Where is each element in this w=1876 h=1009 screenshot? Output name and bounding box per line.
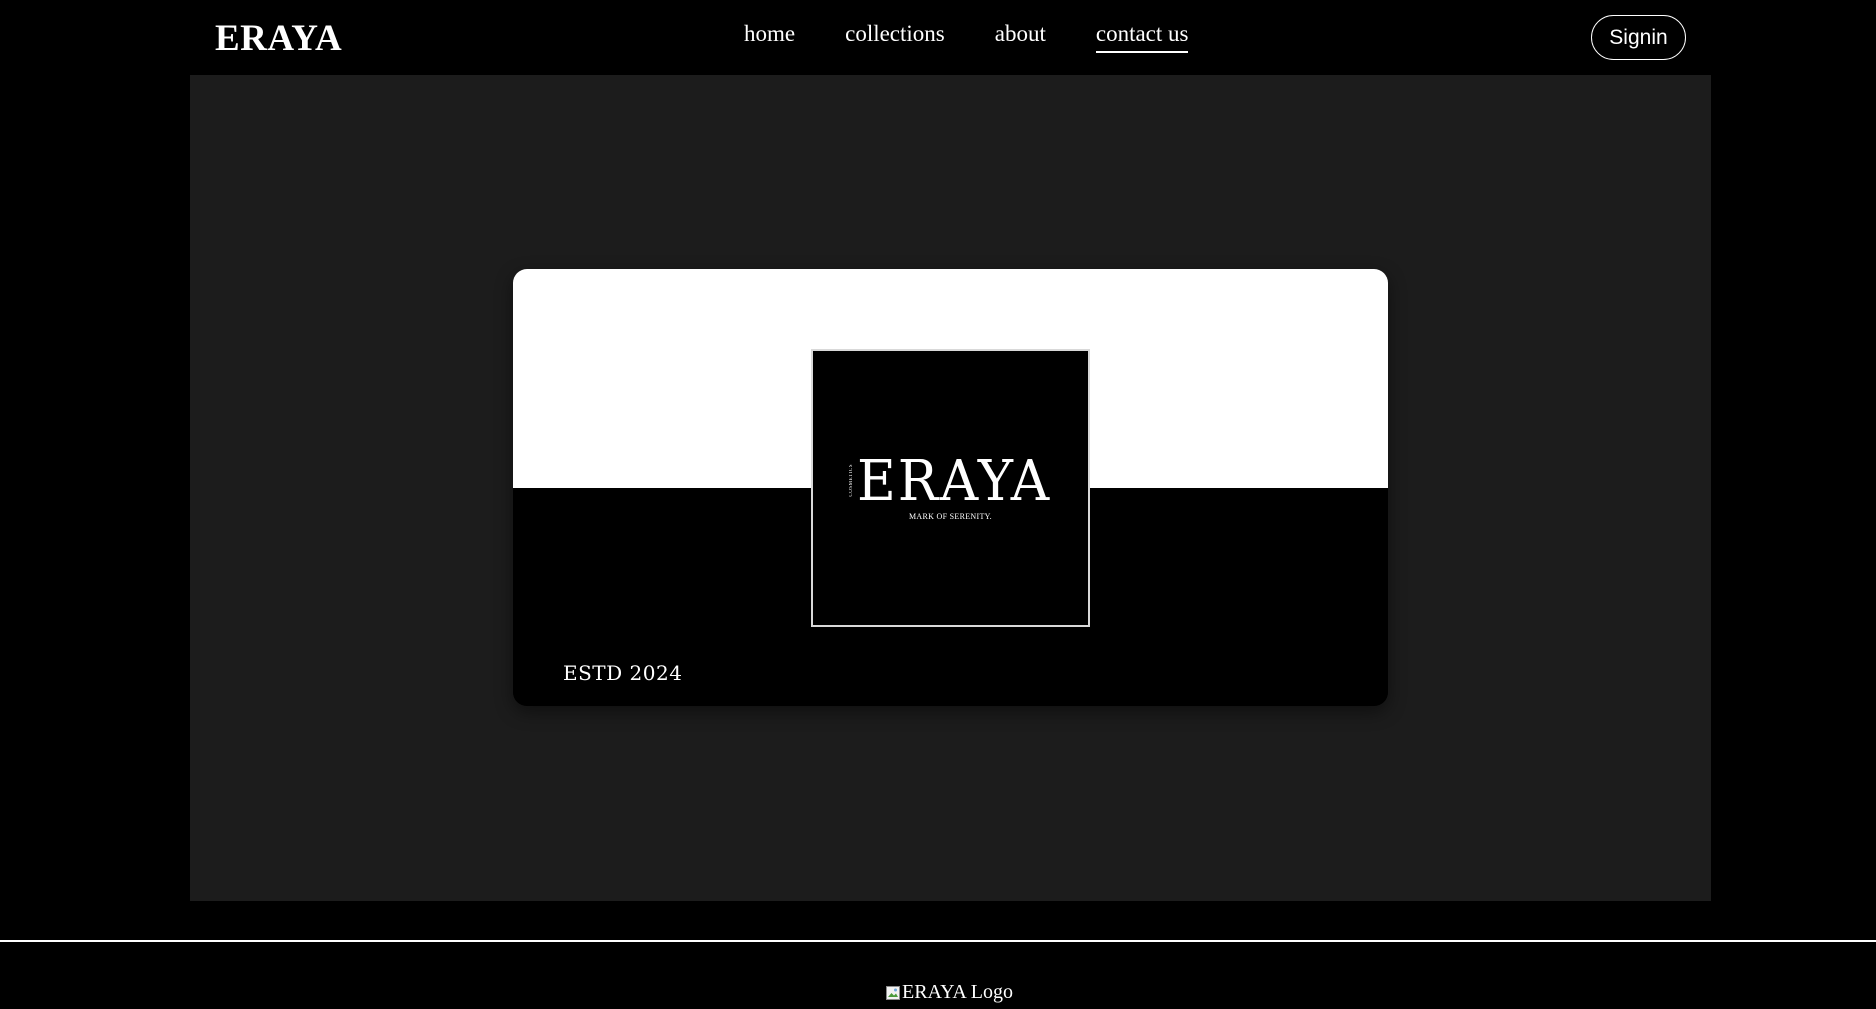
footer-logo[interactable]: ERAYA Logo <box>885 981 1013 1003</box>
footer-logo-alt-text: ERAYA Logo <box>902 981 1013 1003</box>
logo-wordmark: ERAYA <box>857 449 1052 514</box>
nav-link-about[interactable]: about <box>995 20 1046 53</box>
eraya-logo-image: COSMETICS ERAYA MARK OF SERENITY. <box>811 349 1090 627</box>
site-header: ERAYA home collections about contact us … <box>0 0 1876 75</box>
signin-button[interactable]: Signin <box>1591 15 1686 60</box>
estd-label: ESTD 2024 <box>563 661 683 685</box>
brand-logo[interactable]: ERAYA <box>215 18 342 60</box>
nav-link-collections[interactable]: collections <box>845 20 945 53</box>
brand-card: COSMETICS ERAYA MARK OF SERENITY. ESTD 2… <box>513 269 1388 706</box>
broken-image-icon <box>885 984 901 1000</box>
footer-divider <box>0 940 1876 942</box>
hero-panel: COSMETICS ERAYA MARK OF SERENITY. ESTD 2… <box>190 75 1711 901</box>
nav-link-contact-us[interactable]: contact us <box>1095 20 1189 53</box>
logo-tagline: MARK OF SERENITY. <box>909 512 992 521</box>
nav-link-home[interactable]: home <box>744 20 795 53</box>
main-nav: home collections about contact us <box>744 20 1189 53</box>
logo-vertical-text: COSMETICS <box>849 464 854 497</box>
